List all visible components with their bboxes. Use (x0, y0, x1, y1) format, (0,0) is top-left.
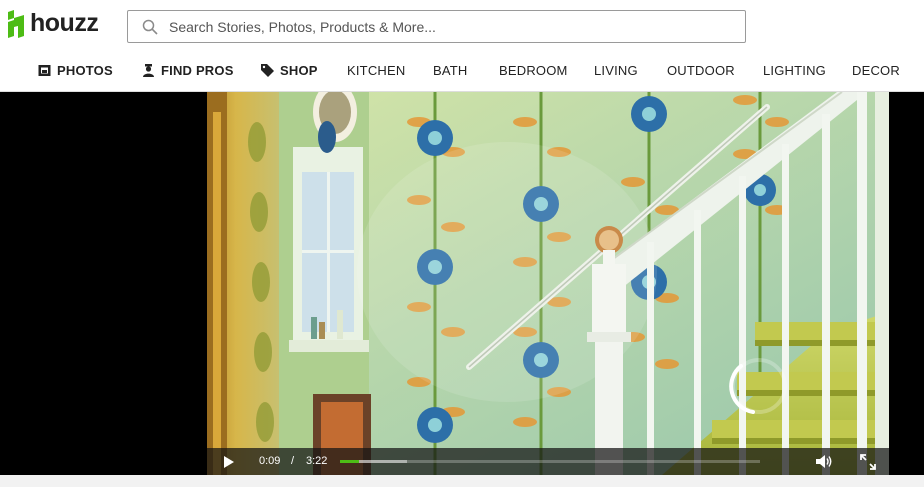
nav-bath[interactable]: BATH (433, 63, 468, 78)
houzz-logo-icon (8, 9, 24, 38)
find-pros-icon (142, 64, 155, 77)
time-separator: / (291, 455, 295, 467)
play-icon[interactable] (221, 455, 235, 469)
page-footer-strip (0, 475, 924, 487)
nav-find-pros-label: FIND PROS (161, 63, 234, 78)
progress-played (340, 460, 359, 463)
search-bar[interactable] (127, 10, 746, 43)
search-input[interactable] (169, 11, 745, 42)
nav-kitchen[interactable]: KITCHEN (347, 63, 405, 78)
nav-living[interactable]: LIVING (594, 63, 638, 78)
site-header: houzz (0, 0, 924, 50)
photos-icon (38, 64, 51, 77)
video-player[interactable] (0, 92, 924, 475)
current-time: 0:09 (259, 455, 281, 467)
nav-bedroom[interactable]: BEDROOM (499, 63, 568, 78)
fullscreen-icon[interactable] (860, 454, 876, 470)
nav-photos[interactable]: PHOTOS (38, 63, 113, 78)
nav-photos-label: PHOTOS (57, 63, 113, 78)
nav-find-pros[interactable]: FIND PROS (142, 63, 234, 78)
nav-lighting[interactable]: LIGHTING (763, 63, 826, 78)
duration: 3:22 (306, 455, 328, 467)
nav-decor[interactable]: DECOR (852, 63, 900, 78)
main-nav: PHOTOS FIND PROS SHOP KITCHEN BATH BEDRO… (0, 50, 924, 92)
houzz-wordmark: houzz (30, 9, 99, 37)
nav-shop[interactable]: SHOP (261, 63, 318, 78)
loading-spinner-icon (729, 358, 787, 414)
search-icon[interactable] (141, 18, 159, 36)
volume-icon[interactable] (816, 454, 834, 469)
nav-outdoor[interactable]: OUTDOOR (667, 63, 735, 78)
nav-shop-label: SHOP (280, 63, 318, 78)
video-frame[interactable] (207, 92, 889, 475)
houzz-logo[interactable]: houzz (8, 9, 99, 38)
video-controls: 0:09 / 3:22 (207, 448, 889, 475)
progress-bar[interactable] (340, 460, 760, 463)
tag-icon (261, 64, 274, 77)
